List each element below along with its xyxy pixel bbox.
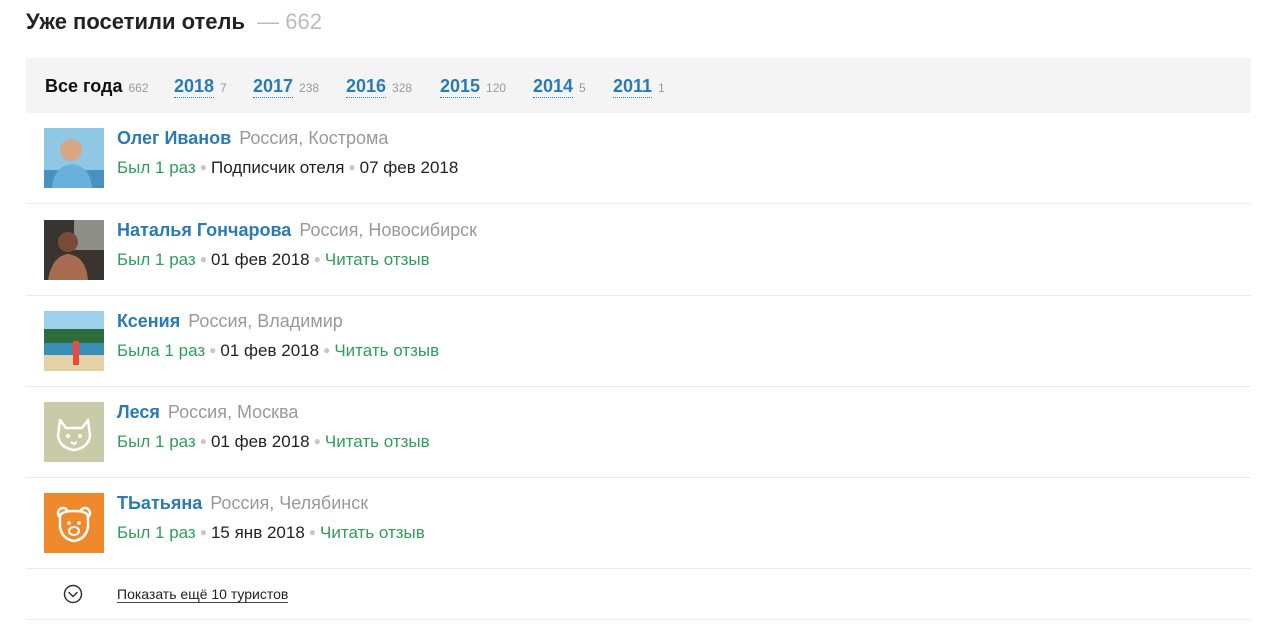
year-tabs: Все года 662 2018 7 2017 238 2016 328 2015 12… [26,58,1251,113]
visitor-name[interactable]: ТЬатьяна [117,493,202,513]
separator-dot: ● [348,160,356,174]
tab-label: 2015 [440,76,481,98]
visit-count: Был 1 раз [117,432,196,451]
read-review-link[interactable]: Читать отзыв [334,341,439,360]
tab-count: 238 [299,81,320,95]
visit-count: Была 1 раз [117,341,206,360]
visitor-row: Ксения Россия, Владимир Была 1 раз ● 01 фев… [26,296,1251,387]
cat-icon[interactable] [44,402,104,462]
tab-2017[interactable]: 2017 238 [253,76,320,98]
page-title-text: Уже посетили отель [26,9,245,34]
bear-icon[interactable] [44,493,104,553]
subscriber-label: Подписчик отеля [210,158,345,177]
tab-2018[interactable]: 2018 7 [174,76,227,98]
visitor-location: Россия, Челябинск [210,493,369,513]
visitor-row: Олег Иванов Россия, Кострома Был 1 раз ● По… [26,113,1251,204]
visitor-row: Наталья Гончарова Россия, Новосибирск Был… [26,205,1251,296]
read-review-link[interactable]: Читать отзыв [325,250,430,269]
visitor-location: Россия, Новосибирск [299,220,478,240]
visitor-name[interactable]: Ксения [117,311,180,331]
visitor-row: ТЬатьяна Россия, Челябинск Был 1 раз ● 15 я… [26,478,1251,569]
separator-dot: ● [199,160,207,174]
read-review-link[interactable]: Читать отзыв [325,432,430,451]
tab-count: 120 [486,81,507,95]
tab-label: 2014 [533,76,574,98]
separator-dot: ● [199,434,207,448]
tab-2016[interactable]: 2016 328 [346,76,413,98]
page-title: Уже посетили отель — 662 [26,9,322,35]
tab-count: 1 [658,81,665,95]
visit-count: Был 1 раз [117,250,196,269]
visitor-name[interactable]: Наталья Гончарова [117,220,291,240]
separator-dot: ● [308,525,317,539]
visitor-location: Россия, Москва [167,402,299,422]
tab-2015[interactable]: 2015 120 [440,76,507,98]
visitor-location: Россия, Владимир [188,311,343,331]
visitor-name[interactable]: Олег Иванов [117,128,231,148]
tab-label: 2016 [346,76,387,98]
visit-count: Был 1 раз [117,158,196,177]
visitor-name[interactable]: Леся [117,402,160,422]
tab-2014[interactable]: 2014 5 [533,76,586,98]
separator-dot: ● [313,252,321,266]
show-more-link[interactable]: Показать ещё 10 туристов [117,587,289,603]
visitor-avatar[interactable] [44,311,104,371]
visitor-location: Россия, Кострома [239,128,389,148]
tab-count: 5 [579,81,586,95]
separator-dot: ● [209,343,217,357]
chevron-down-icon[interactable] [63,584,83,604]
tab-label: 2018 [174,76,215,98]
read-review-link[interactable]: Читать отзыв [320,523,425,542]
tab-label: Все года [45,76,123,96]
tab-count: 662 [128,81,149,95]
visitor-avatar[interactable] [44,220,104,280]
visitors-total-count: 662 [285,9,322,34]
tab-label: 2011 [613,76,653,98]
visit-date: 01 фев 2018 [210,432,310,451]
visit-date: 15 янв 2018 [210,523,305,542]
visit-date: 07 фев 2018 [359,158,459,177]
tab-all-years[interactable]: Все года 662 [45,76,149,97]
visit-count: Был 1 раз [117,523,196,542]
separator-dot: ● [199,525,207,539]
separator-dot: ● [323,343,331,357]
show-more-row: Показать ещё 10 туристов [26,570,1251,620]
visit-date: 01 фев 2018 [210,250,310,269]
tab-count: 328 [392,81,413,95]
visitor-row: Леся Россия, Москва Был 1 раз ● 01 фев 2018… [26,387,1251,478]
separator-dot: ● [313,434,321,448]
separator-dot: ● [199,252,207,266]
tab-label: 2017 [253,76,294,98]
visit-date: 01 фев 2018 [220,341,320,360]
title-dash: — [257,9,280,34]
tab-2011[interactable]: 2011 1 [613,76,665,98]
visitor-avatar[interactable] [44,128,104,188]
tab-count: 7 [220,81,227,95]
